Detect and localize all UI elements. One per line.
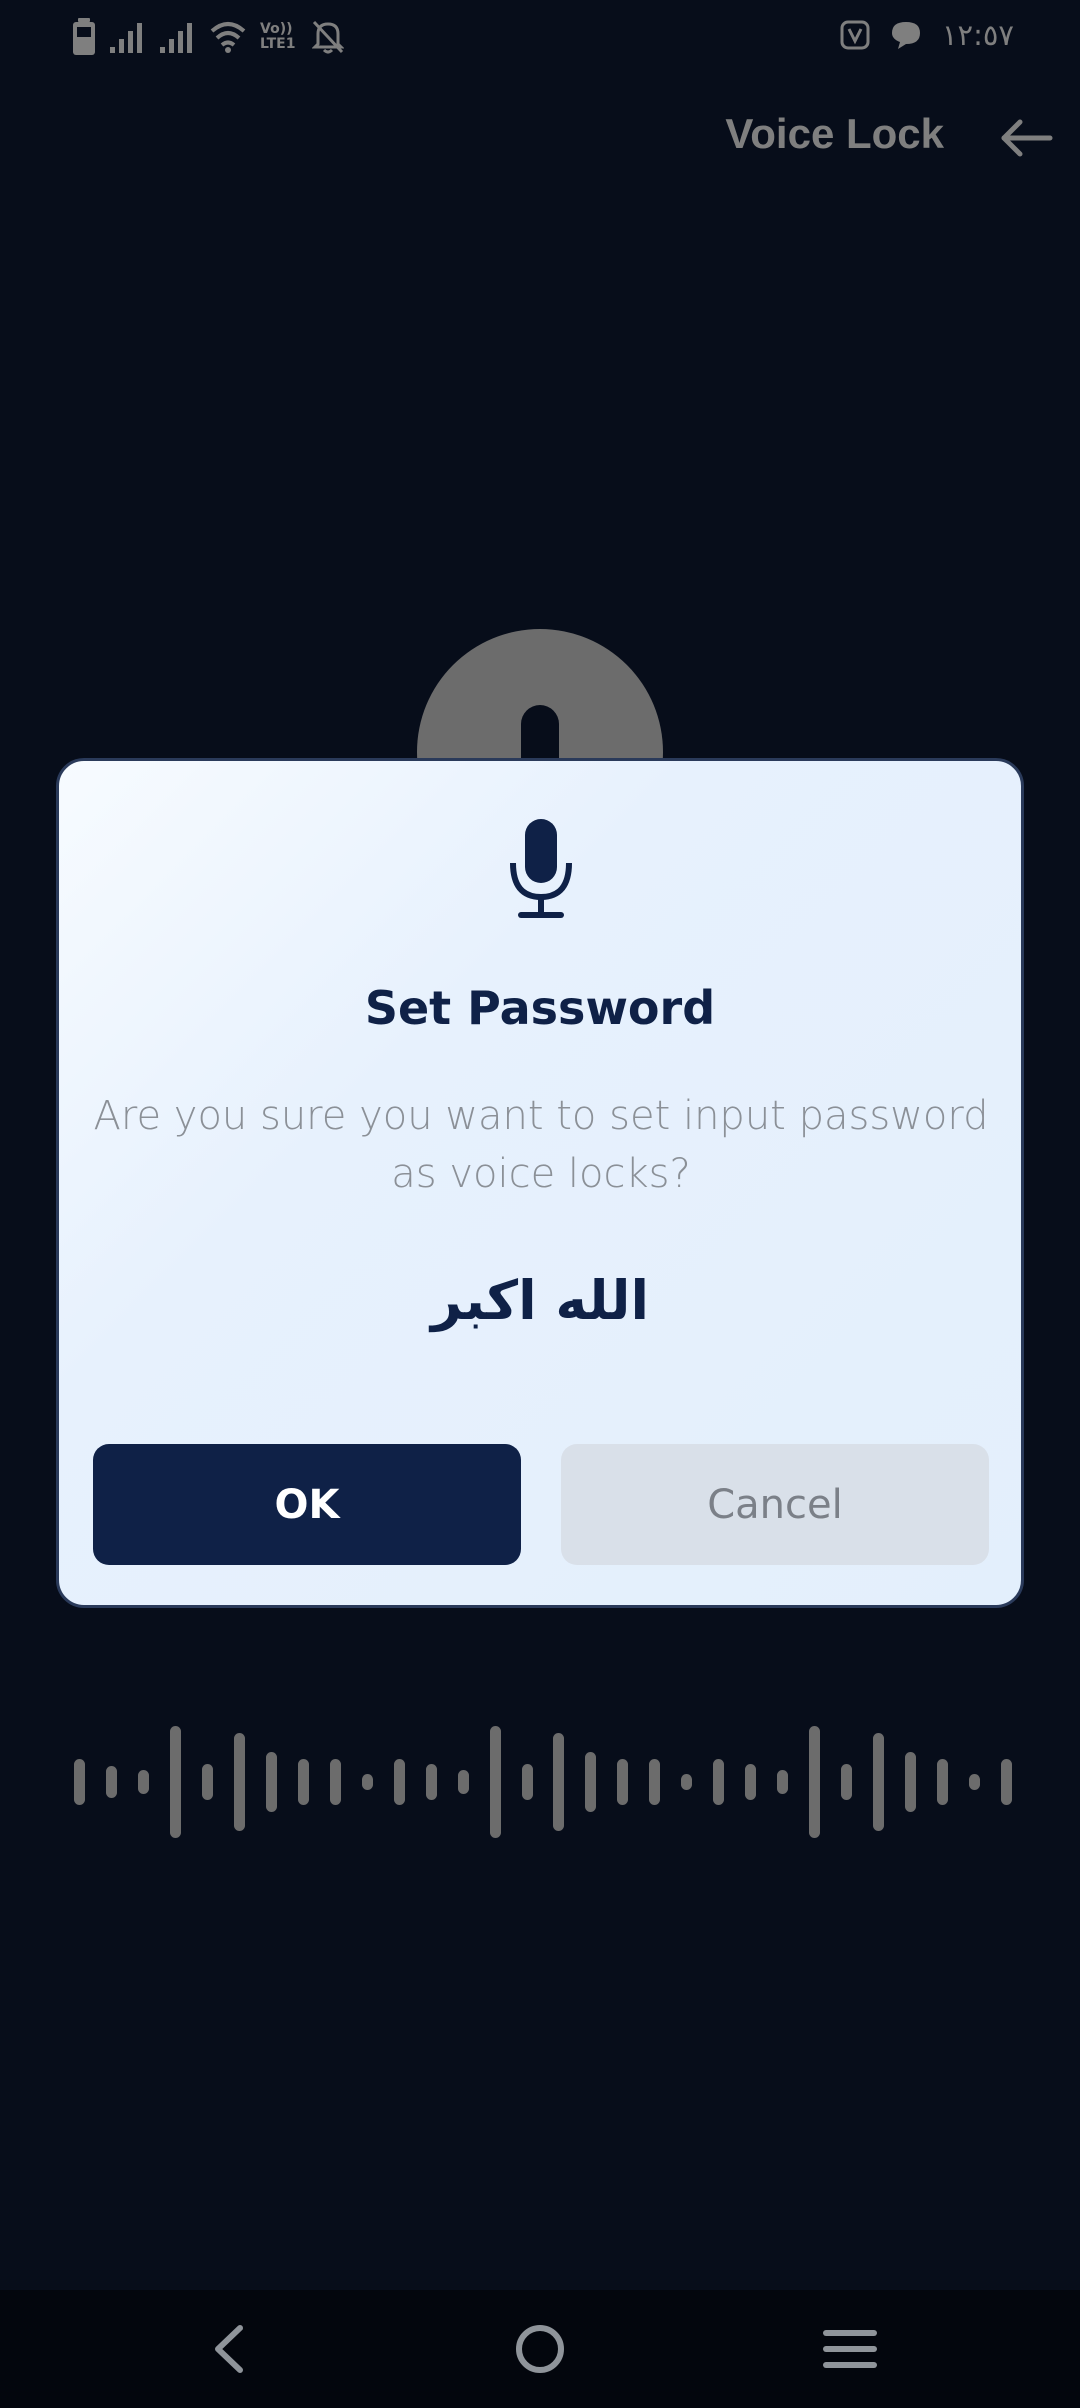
dialog-title: Set Password (364, 981, 716, 1035)
microphone-icon (510, 819, 572, 918)
ok-button[interactable]: OK (93, 1444, 521, 1565)
set-password-dialog: Set Password Are you sure you want to se… (56, 758, 1024, 1608)
voice-lock-screen: Vo)) LTE1 ١٢:٥٧ Voice Lock (0, 0, 1080, 2408)
back-icon[interactable] (188, 2314, 268, 2384)
recents-icon[interactable] (810, 2314, 890, 2384)
cancel-button[interactable]: Cancel (561, 1444, 989, 1565)
voice-password-text: الله اکبر (431, 1269, 649, 1332)
navigation-bar (0, 2290, 1080, 2408)
dialog-message: Are you sure you want to set input passw… (93, 1093, 989, 1197)
home-icon[interactable] (500, 2314, 580, 2384)
